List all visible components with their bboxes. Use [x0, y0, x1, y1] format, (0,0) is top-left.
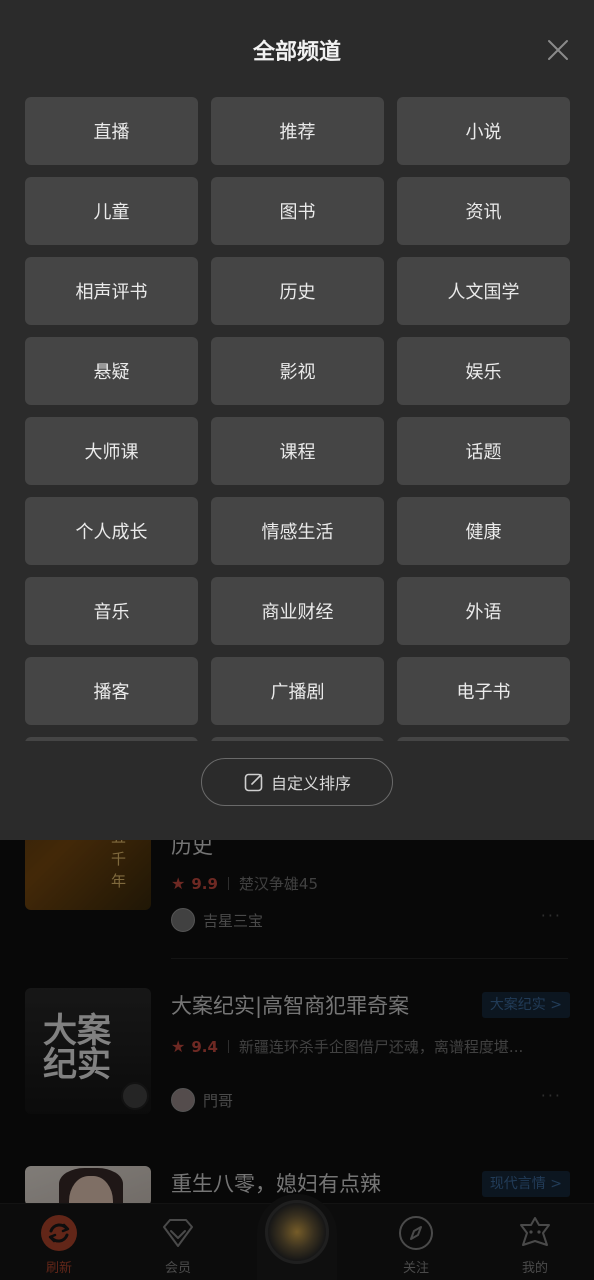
- channel-tile[interactable]: 人文国学: [397, 257, 570, 325]
- sheet-title: 全部频道: [252, 40, 341, 65]
- channel-tile[interactable]: 播客: [25, 657, 198, 725]
- author-name: 吉星三宝: [203, 911, 264, 930]
- all-channels-sheet: 全部频道 直播 推荐 小说 儿童 图书 资讯 相声评书 历史 人文国学 悬疑 影…: [0, 0, 594, 840]
- channel-grid-viewport[interactable]: 直播 推荐 小说 儿童 图书 资讯 相声评书 历史 人文国学 悬疑 影视 娱乐 …: [25, 97, 570, 741]
- cover-badge: [121, 1082, 149, 1110]
- channel-tile[interactable]: 历史: [211, 257, 384, 325]
- author-row[interactable]: 門哥: [171, 1088, 233, 1112]
- separator: [227, 1040, 229, 1053]
- channel-tile[interactable]: 电子书: [397, 657, 570, 725]
- tab-follow[interactable]: 关注: [371, 1204, 461, 1280]
- tab-label: 我的: [521, 1261, 548, 1276]
- tab-mine[interactable]: 我的: [490, 1204, 580, 1280]
- more-icon[interactable]: ···: [541, 1086, 562, 1105]
- rating-row: ★ 9.4 新疆连环杀手企图借尸还魂，离谱程度堪...: [171, 1036, 523, 1057]
- book-cover[interactable]: [25, 1166, 151, 1206]
- rating-value: 9.9: [191, 874, 218, 893]
- rating-value: 9.4: [191, 1037, 218, 1056]
- channel-tile[interactable]: 直播: [25, 97, 198, 165]
- divider: [171, 958, 568, 959]
- tab-label: 会员: [164, 1261, 191, 1276]
- tab-label: 刷新: [45, 1261, 72, 1276]
- channel-tile[interactable]: 个人成长: [25, 497, 198, 565]
- author-name: 門哥: [203, 1091, 234, 1110]
- profile-icon: [520, 1217, 550, 1246]
- channel-tile[interactable]: 悬疑: [25, 337, 198, 405]
- channel-tile[interactable]: 娱乐: [397, 337, 570, 405]
- item-title[interactable]: 重生八零，媳妇有点辣: [171, 1168, 381, 1198]
- play-disc-icon: [265, 1200, 329, 1264]
- diamond-icon: [163, 1219, 193, 1247]
- book-cover[interactable]: 大案纪实: [25, 988, 151, 1114]
- channel-tile[interactable]: 儿童: [25, 177, 198, 245]
- channel-tile[interactable]: 相声评书: [25, 257, 198, 325]
- channel-tile[interactable]: 影视: [211, 337, 384, 405]
- avatar: [171, 1088, 195, 1112]
- channel-tile[interactable]: 情感生活: [211, 497, 384, 565]
- close-icon[interactable]: [538, 30, 578, 70]
- channel-tile[interactable]: 健康: [397, 497, 570, 565]
- channel-tile[interactable]: 话题: [397, 417, 570, 485]
- item-desc: 楚汉争雄45: [238, 875, 319, 893]
- rating-row: ★ 9.9 楚汉争雄45: [171, 873, 318, 894]
- tab-label: 关注: [402, 1261, 429, 1276]
- avatar: [171, 908, 195, 932]
- list-item[interactable]: 大案纪实 大案纪实|高智商犯罪奇案 大案纪实 > ★ 9.4 新疆连环杀手企图借…: [0, 960, 594, 1150]
- item-title[interactable]: 大案纪实|高智商犯罪奇案: [171, 990, 409, 1020]
- channel-tile[interactable]: 课程: [211, 417, 384, 485]
- category-tag[interactable]: 现代言情 >: [481, 1171, 570, 1197]
- more-icon[interactable]: ···: [541, 906, 562, 925]
- channel-tile[interactable]: 外语: [397, 577, 570, 645]
- tab-refresh[interactable]: 刷新: [14, 1204, 104, 1280]
- channel-tile[interactable]: 大师课: [25, 417, 198, 485]
- custom-sort-button[interactable]: 自定义排序: [201, 758, 393, 806]
- cover-text: 大案纪实: [43, 1011, 111, 1085]
- item-desc: 新疆连环杀手企图借尸还魂，离谱程度堪...: [238, 1038, 524, 1056]
- channel-tile[interactable]: 广播剧: [211, 657, 384, 725]
- custom-sort-label: 自定义排序: [270, 774, 351, 793]
- category-tag[interactable]: 大案纪实 >: [481, 992, 570, 1018]
- separator: [227, 877, 229, 890]
- channel-tile[interactable]: 音乐: [25, 577, 198, 645]
- star-icon: ★: [171, 1037, 186, 1056]
- bottom-tab-bar: 刷新 会员 关注 我的: [0, 1194, 594, 1280]
- author-row[interactable]: 吉星三宝: [171, 908, 263, 932]
- channel-tile[interactable]: 商业财经: [211, 577, 384, 645]
- channel-tile[interactable]: 小说: [397, 97, 570, 165]
- tab-vip[interactable]: 会员: [133, 1204, 223, 1280]
- star-icon: ★: [171, 874, 186, 893]
- channel-tile[interactable]: 图书: [211, 177, 384, 245]
- edit-icon: [244, 773, 263, 792]
- compass-icon: [399, 1216, 433, 1250]
- channel-tile[interactable]: 推荐: [211, 97, 384, 165]
- refresh-icon: [41, 1215, 77, 1251]
- center-play-button[interactable]: [257, 1194, 337, 1280]
- channel-grid: 直播 推荐 小说 儿童 图书 资讯 相声评书 历史 人文国学 悬疑 影视 娱乐 …: [25, 97, 570, 741]
- channel-tile[interactable]: [25, 737, 198, 741]
- channel-tile[interactable]: [397, 737, 570, 741]
- channel-tile[interactable]: 资讯: [397, 177, 570, 245]
- channel-tile[interactable]: [211, 737, 384, 741]
